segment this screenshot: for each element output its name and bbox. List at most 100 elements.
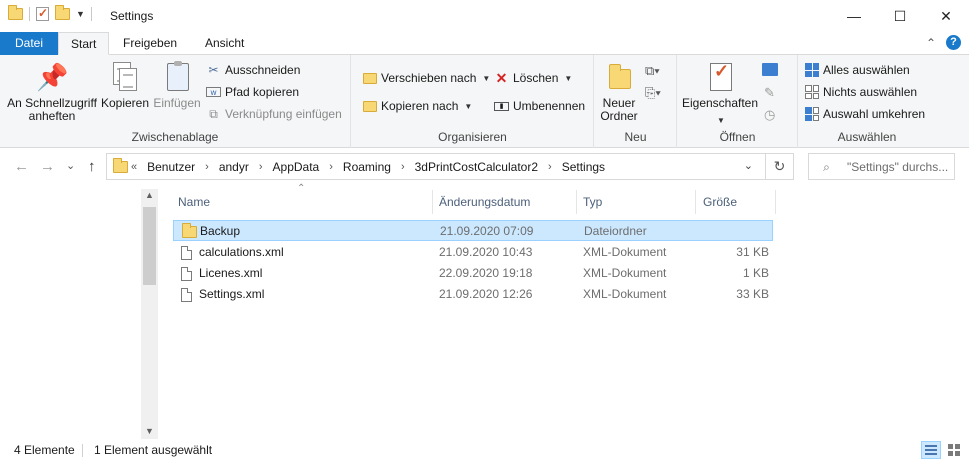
breadcrumb-separator-icon[interactable]: › <box>548 161 552 173</box>
column-header-name[interactable]: Name <box>173 190 433 214</box>
cut-label: Ausschneiden <box>225 63 301 77</box>
large-icons-view-icon <box>948 444 960 456</box>
select-none-icon <box>805 85 819 99</box>
tab-view[interactable]: Ansicht <box>193 32 256 55</box>
rename-icon: ▮ <box>494 101 509 111</box>
details-view-button[interactable] <box>921 441 941 459</box>
scroll-down-arrow-icon[interactable]: ▼ <box>141 426 158 436</box>
file-row-licenes[interactable]: Licenes.xml 22.09.2020 19:18 XML-Dokumen… <box>173 263 773 284</box>
large-icons-view-button[interactable] <box>944 441 964 459</box>
file-icon <box>181 288 192 302</box>
new-folder-label: Neuer Ordner <box>600 96 638 123</box>
file-row-calculations[interactable]: calculations.xml 21.09.2020 10:43 XML-Do… <box>173 242 773 263</box>
breadcrumb-item[interactable]: andyr <box>219 160 249 174</box>
column-header-date[interactable]: Änderungsdatum <box>434 190 577 214</box>
scroll-up-arrow-icon[interactable]: ▲ <box>141 190 158 200</box>
breadcrumb-separator-icon[interactable]: › <box>329 161 333 173</box>
select-none-label: Nichts auswählen <box>823 85 918 99</box>
pin-icon: 📌 <box>36 62 69 92</box>
close-button[interactable]: ✕ <box>923 0 969 32</box>
folder-icon <box>8 5 23 20</box>
history-icon[interactable]: ◷ <box>764 107 775 123</box>
ribbon-tabs: Datei Start Freigeben Ansicht ⌃ ? <box>0 32 969 55</box>
properties-check-icon <box>704 61 736 93</box>
help-icon[interactable]: ? <box>946 35 961 50</box>
breadcrumb-separator-icon[interactable]: › <box>259 161 263 173</box>
breadcrumb-separator-icon[interactable]: › <box>205 161 209 173</box>
file-date: 21.09.2020 10:43 <box>439 245 533 259</box>
file-name: Settings.xml <box>199 287 265 301</box>
tab-share[interactable]: Freigeben <box>111 32 189 55</box>
breadcrumb-item[interactable]: 3dPrintCostCalculator2 <box>415 160 538 174</box>
easy-access-icon[interactable]: ⎘▾ <box>645 85 661 101</box>
customize-toolbar-chevron-icon[interactable]: ▼ <box>76 9 85 19</box>
file-date: 21.09.2020 07:09 <box>440 224 534 238</box>
file-size: 31 KB <box>736 245 769 259</box>
new-item-icon[interactable]: ⧉▾ <box>645 63 660 79</box>
search-input[interactable]: ⌕ "Settings" durchs... <box>808 153 955 180</box>
column-header-type[interactable]: Typ <box>578 190 696 214</box>
properties-icon[interactable] <box>36 6 49 21</box>
breadcrumb-separator-icon[interactable]: › <box>401 161 405 173</box>
file-date: 21.09.2020 12:26 <box>439 287 533 301</box>
invert-selection-button[interactable]: Auswahl umkehren <box>805 104 925 124</box>
status-bar: 4 Elemente 1 Element ausgewählt <box>0 439 969 462</box>
delete-button[interactable]: ✕ Löschen ▼ <box>494 68 573 88</box>
file-row-settings[interactable]: Settings.xml 21.09.2020 12:26 XML-Dokume… <box>173 284 773 305</box>
path-icon: w <box>206 87 221 97</box>
select-all-button[interactable]: Alles auswählen <box>805 60 910 80</box>
rename-button[interactable]: ▮ Umbenennen <box>494 96 585 116</box>
copy-path-label: Pfad kopieren <box>225 85 300 99</box>
search-icon: ⌕ <box>823 160 830 174</box>
address-bar[interactable]: « Benutzer › andyr › AppData › Roaming ›… <box>106 153 794 180</box>
dropdown-arrow-icon: ▼ <box>717 116 725 125</box>
pin-quick-access-button[interactable]: 📌 An Schnellzugriff anheften <box>6 61 98 123</box>
breadcrumb-item[interactable]: Roaming <box>343 160 391 174</box>
copy-button[interactable]: Kopieren <box>100 61 150 110</box>
overflow-chevron-icon[interactable]: « <box>131 161 137 173</box>
maximize-button[interactable]: ☐ <box>877 0 923 32</box>
collapse-ribbon-chevron-icon[interactable]: ⌃ <box>926 36 936 50</box>
move-to-button[interactable]: Verschieben nach ▼ <box>362 68 490 88</box>
recent-locations-chevron-icon[interactable]: ⌄ <box>66 159 75 172</box>
delete-label: Löschen <box>513 71 559 85</box>
new-folder-icon[interactable] <box>55 5 70 20</box>
copy-to-label: Kopieren nach <box>381 99 459 113</box>
address-history-chevron-icon[interactable]: ⌄ <box>744 159 753 172</box>
back-arrow-icon[interactable]: ← <box>14 158 29 175</box>
paste-button[interactable]: Einfügen <box>151 61 203 110</box>
breadcrumb-item[interactable]: AppData <box>273 160 320 174</box>
cut-button[interactable]: ✂ Ausschneiden <box>206 60 300 80</box>
select-all-icon <box>805 63 819 77</box>
dropdown-arrow-icon: ▼ <box>482 73 491 83</box>
details-view-icon <box>925 445 937 455</box>
select-none-button[interactable]: Nichts auswählen <box>805 82 917 102</box>
file-name: Licenes.xml <box>199 266 263 280</box>
group-label-clipboard: Zwischenablage <box>131 130 219 144</box>
breadcrumb-item[interactable]: Benutzer <box>147 160 195 174</box>
column-header-size[interactable]: Größe <box>698 190 776 214</box>
up-arrow-icon[interactable]: ↑ <box>88 158 96 175</box>
copy-path-button[interactable]: w Pfad kopieren <box>206 82 299 102</box>
file-type: XML-Dokument <box>583 245 667 259</box>
edit-icon[interactable]: ✎ <box>764 85 775 101</box>
copy-to-button[interactable]: Kopieren nach ▼ <box>362 96 472 116</box>
scrollbar-thumb[interactable] <box>143 207 156 285</box>
tab-file[interactable]: Datei <box>0 32 58 55</box>
tab-start[interactable]: Start <box>58 32 110 55</box>
rename-label: Umbenennen <box>513 99 586 113</box>
paste-label: Einfügen <box>153 96 201 110</box>
paste-shortcut-button[interactable]: ⧉ Verknüpfung einfügen <box>206 104 342 124</box>
new-folder-button[interactable]: Neuer Ordner <box>597 61 641 123</box>
breadcrumb-item[interactable]: Settings <box>562 160 605 174</box>
refresh-icon[interactable]: ↻ <box>765 154 793 179</box>
group-label-open: Öffnen <box>719 130 756 144</box>
open-icon[interactable] <box>762 63 778 76</box>
file-size: 1 KB <box>742 266 769 280</box>
minimize-button[interactable]: — <box>831 0 877 32</box>
file-row-backup[interactable]: Backup 21.09.2020 07:09 Dateiordner <box>173 220 773 241</box>
properties-button[interactable]: Eigenschaften ▼ <box>681 61 759 127</box>
forward-arrow-icon[interactable]: → <box>40 158 55 175</box>
group-clipboard: 📌 An Schnellzugriff anheften Kopieren Ei… <box>0 55 351 148</box>
group-label-select: Auswählen <box>837 130 897 144</box>
